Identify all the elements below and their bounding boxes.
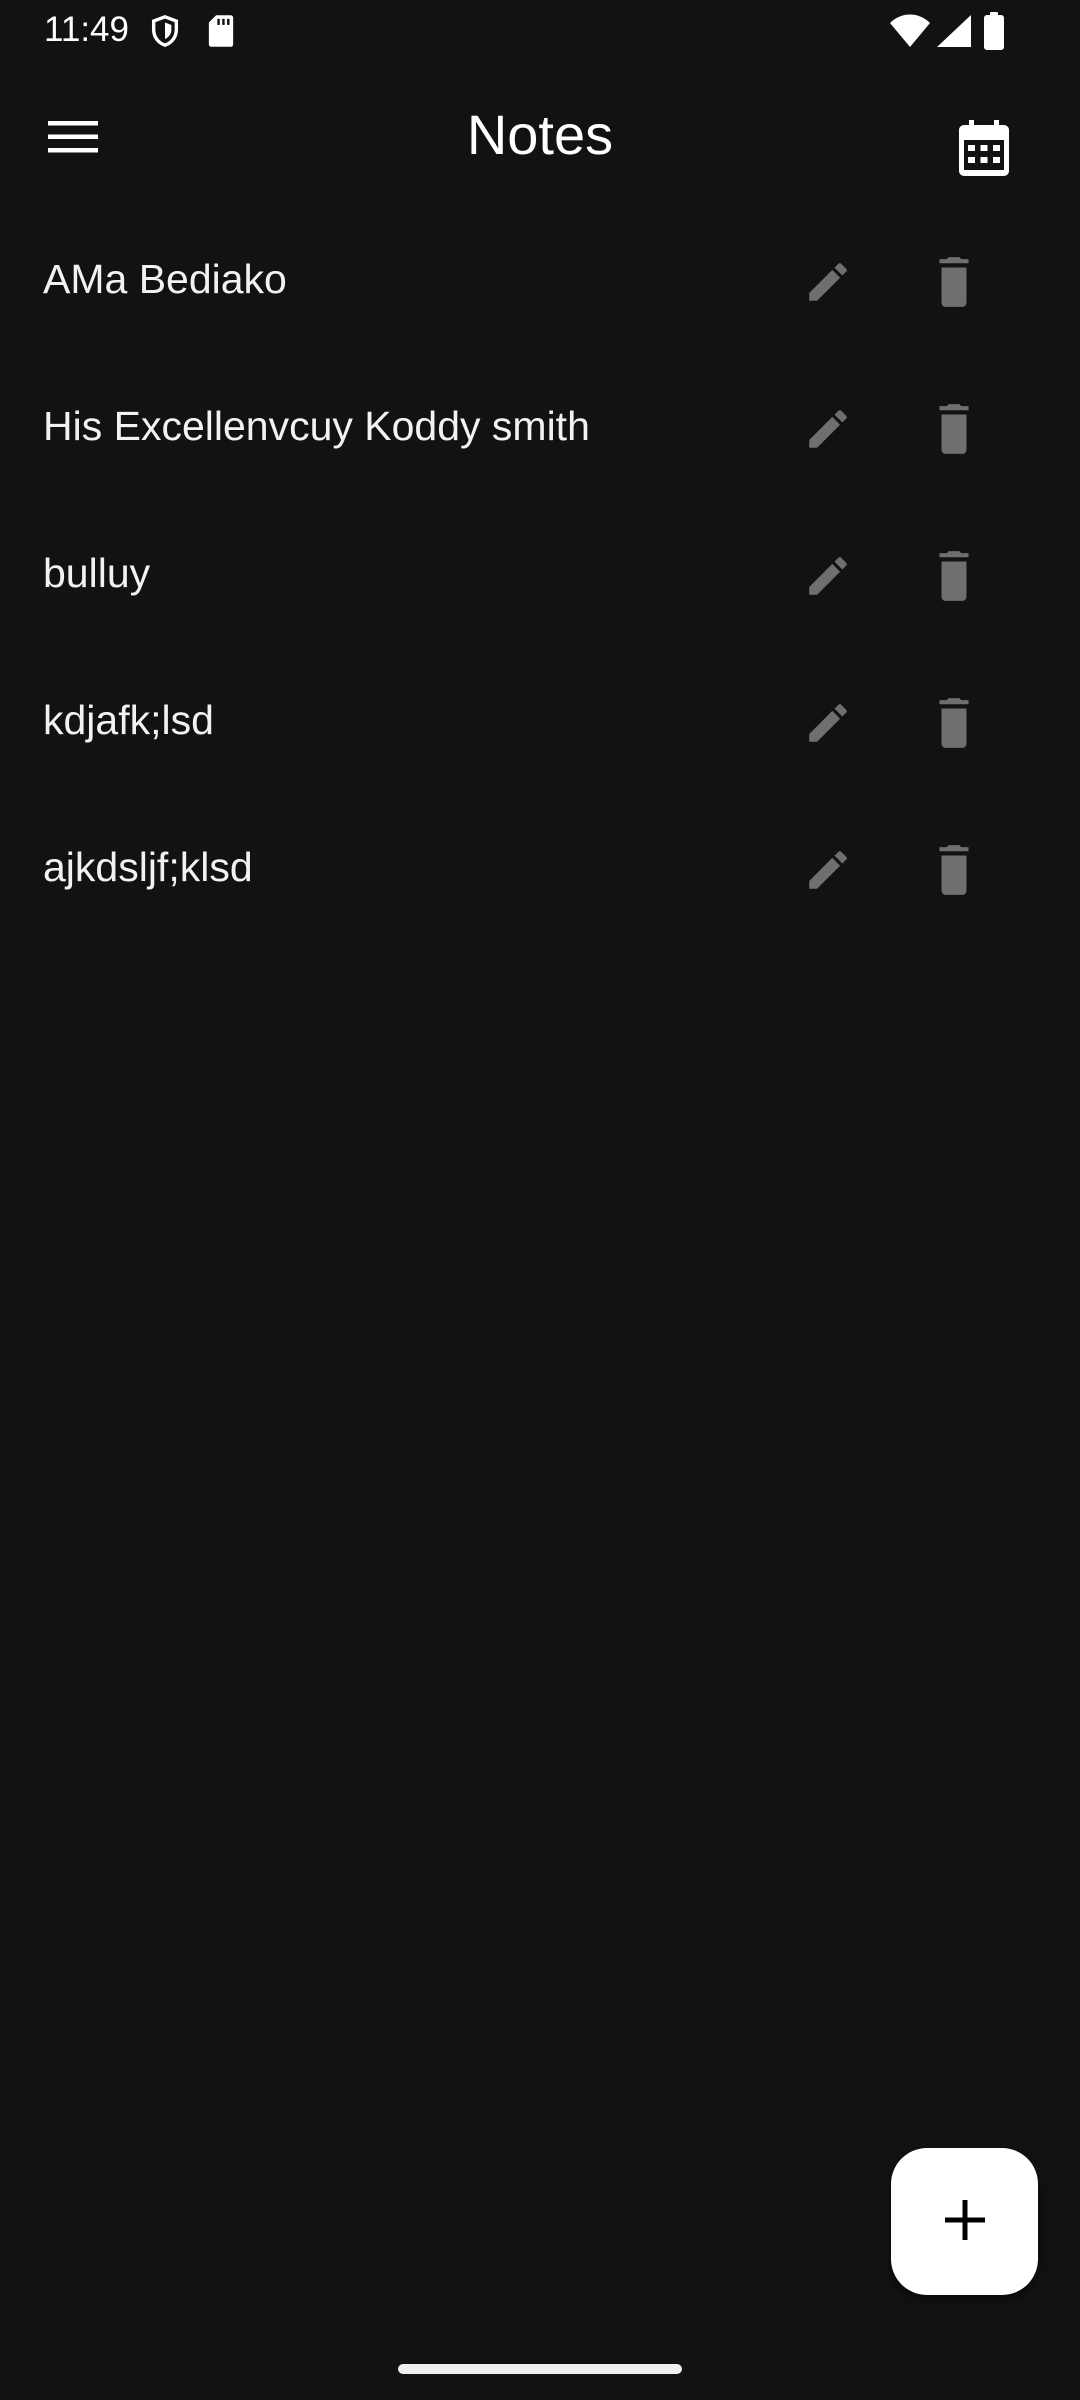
status-bar: 11:49 [0, 0, 1080, 64]
delete-icon [929, 843, 979, 901]
page-title: Notes [466, 103, 614, 166]
delete-icon [929, 402, 979, 460]
edit-note-button[interactable] [796, 840, 860, 904]
wifi-icon [890, 14, 930, 52]
signal-icon [936, 14, 972, 52]
note-title: His Excellenvcuy Koddy smith [43, 403, 590, 449]
note-title: ajkdsljf;klsd [43, 844, 253, 890]
note-title: AMa Bediako [43, 256, 287, 302]
delete-note-button[interactable] [922, 399, 986, 463]
note-row[interactable]: ajkdsljf;klsd [0, 796, 1080, 943]
notes-list: AMa Bediako His Excellenvcuy Koddy smith [0, 208, 1080, 943]
note-row[interactable]: bulluy [0, 502, 1080, 649]
battery-icon [984, 12, 1004, 54]
delete-icon [929, 549, 979, 607]
edit-icon [803, 404, 853, 458]
gesture-navigation-bar[interactable] [398, 2364, 682, 2374]
edit-icon [803, 845, 853, 899]
delete-note-button[interactable] [922, 252, 986, 316]
note-title: bulluy [43, 550, 151, 596]
sd-card-icon [206, 14, 236, 52]
edit-note-button[interactable] [796, 546, 860, 610]
status-time: 11:49 [44, 10, 129, 49]
delete-icon [929, 255, 979, 313]
note-row[interactable]: AMa Bediako [0, 208, 1080, 355]
note-row[interactable]: kdjafk;lsd [0, 649, 1080, 796]
note-title: kdjafk;lsd [43, 697, 214, 743]
calendar-icon [959, 120, 1009, 180]
delete-note-button[interactable] [922, 693, 986, 757]
note-row[interactable]: His Excellenvcuy Koddy smith [0, 355, 1080, 502]
edit-note-button[interactable] [796, 252, 860, 316]
edit-icon [803, 551, 853, 605]
edit-note-button[interactable] [796, 693, 860, 757]
calendar-button[interactable] [948, 114, 1020, 186]
plus-icon [944, 2199, 985, 2244]
add-note-button[interactable] [891, 2148, 1038, 2295]
shield-icon [148, 12, 182, 54]
edit-note-button[interactable] [796, 399, 860, 463]
delete-icon [929, 696, 979, 754]
delete-note-button[interactable] [922, 840, 986, 904]
edit-icon [803, 698, 853, 752]
app-bar: Notes [0, 64, 1080, 204]
edit-icon [803, 257, 853, 311]
delete-note-button[interactable] [922, 546, 986, 610]
